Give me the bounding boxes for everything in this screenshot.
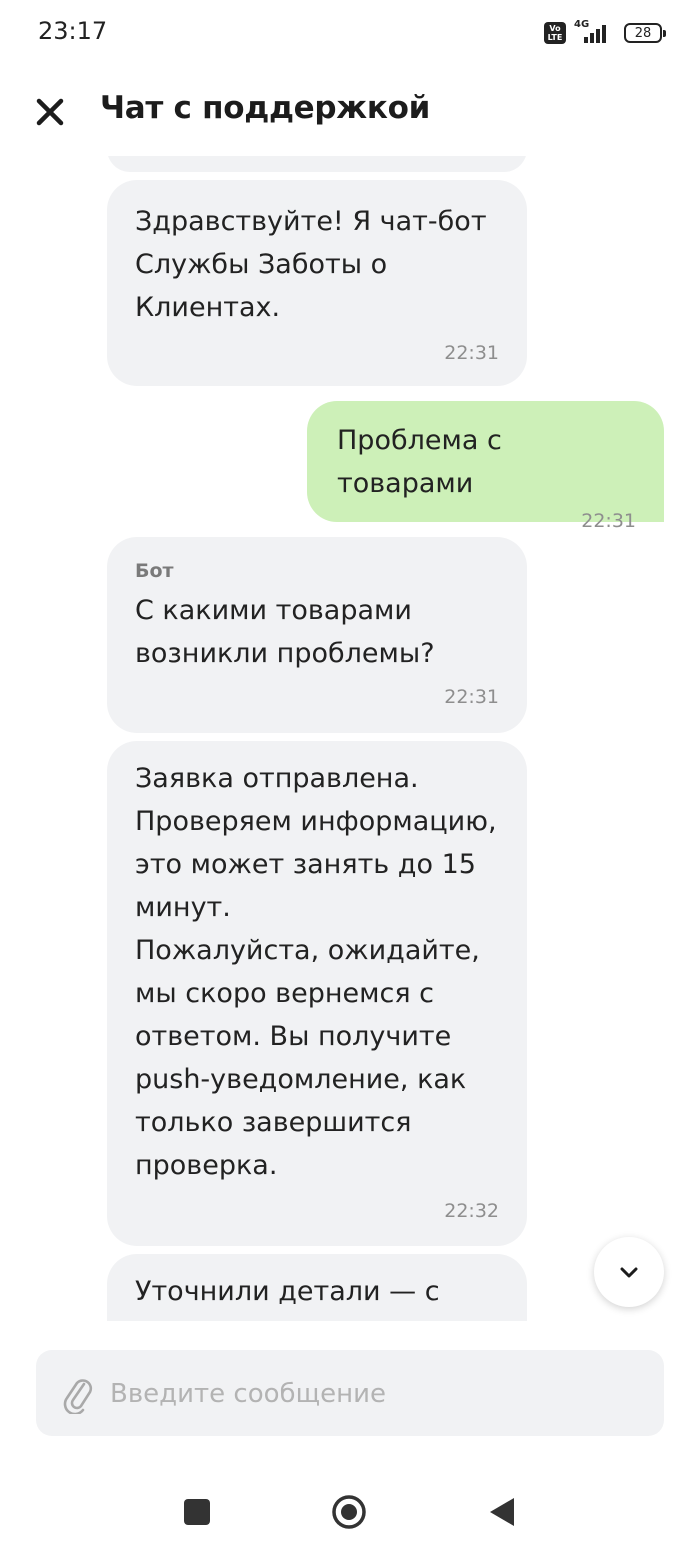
back-triangle-icon xyxy=(490,1498,514,1526)
volte-top-label: Vo xyxy=(549,24,561,33)
message-bubble-bot: Бот С какими товарами возникли проблемы?… xyxy=(107,537,527,733)
message-bubble-bot: Здравствуйте! Я чат-бот Службы Заботы о … xyxy=(107,180,527,386)
message-text: Здравствуйте! Я чат-бот Службы Заботы о … xyxy=(135,206,487,323)
battery-icon: 28 xyxy=(624,23,666,43)
message-input[interactable] xyxy=(108,1350,642,1438)
message-time: 22:31 xyxy=(444,686,499,708)
message-text: Уточнили детали — с xyxy=(135,1276,440,1307)
scroll-down-button[interactable] xyxy=(594,1237,664,1307)
volte-icon: Vo LTE xyxy=(544,22,566,44)
message-time: 22:31 xyxy=(444,342,499,364)
square-icon xyxy=(184,1499,210,1525)
page-title: Чат с поддержкой xyxy=(100,90,431,126)
message-time: 22:32 xyxy=(444,1200,499,1222)
chevron-down-icon xyxy=(620,1267,638,1278)
status-time: 23:17 xyxy=(38,17,108,45)
message-bubble-bot: Уточнили детали — с xyxy=(107,1254,527,1321)
signal-icon: 4G xyxy=(574,19,616,45)
message-text: С какими товарами возникли проблемы? xyxy=(135,595,435,669)
message-text: Проблема с товарами xyxy=(337,425,502,499)
message-bubble-user: Проблема с товарами 22:31 xyxy=(307,401,664,532)
close-icon xyxy=(36,98,64,126)
message-bubble-partial xyxy=(107,156,527,172)
status-icons: Vo LTE 4G 28 xyxy=(544,19,666,46)
chat-messages[interactable]: Здравствуйте! Я чат-бот Службы Заботы о … xyxy=(0,156,700,1321)
chat-header: Чат с поддержкой xyxy=(0,64,700,156)
attach-button[interactable] xyxy=(62,1372,94,1416)
back-button[interactable] xyxy=(480,1490,524,1534)
message-sender: Бот xyxy=(135,560,174,582)
home-button[interactable] xyxy=(327,1490,371,1534)
recents-button[interactable] xyxy=(175,1490,219,1534)
paperclip-icon xyxy=(63,1379,93,1416)
message-composer xyxy=(36,1350,664,1438)
volte-bottom-label: LTE xyxy=(547,33,563,42)
status-bar: 23:17 Vo LTE 4G 28 xyxy=(0,0,700,64)
message-time: 22:31 xyxy=(581,510,636,532)
message-text: Заявка отправлена. Проверяем информацию,… xyxy=(135,763,497,1181)
signal-bars xyxy=(584,25,606,43)
home-circle-icon xyxy=(332,1495,366,1529)
battery-level: 28 xyxy=(634,25,652,41)
close-button[interactable] xyxy=(30,92,70,132)
message-bubble-bot: Заявка отправлена. Проверяем информацию,… xyxy=(107,741,527,1246)
system-navigation-bar xyxy=(0,1470,700,1556)
